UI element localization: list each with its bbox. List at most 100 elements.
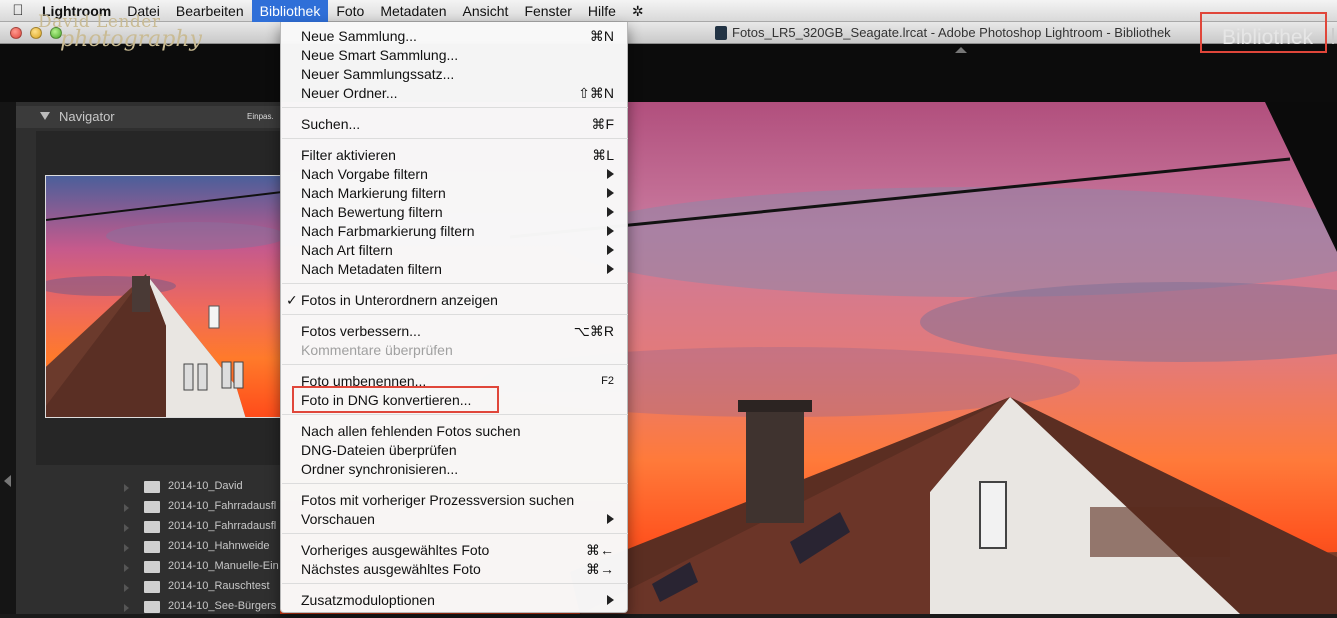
disclosure-triangle-icon[interactable] [124,544,129,552]
menu-item[interactable]: Vorheriges ausgewähltes Foto ⌘← [281,540,627,559]
disclosure-triangle-icon[interactable] [124,564,129,572]
navigator-header[interactable] [16,106,280,128]
menu-bibliothek[interactable]: Bibliothek [251,0,329,22]
menu-item[interactable]: Nach allen fehlenden Fotos suchen [281,421,627,440]
menu-item: Kommentare überprüfen [281,340,627,359]
folder-list: 2014-10_David 2014-10_Fahrradausfl 2014-10… [36,478,280,618]
menu-item-label: Nach Metadaten filtern [301,261,442,277]
disclosure-triangle-icon[interactable] [124,504,129,512]
menu-metadaten[interactable]: Metadaten [372,0,454,22]
menu-fenster[interactable]: Fenster [516,0,579,22]
folder-icon [144,541,160,553]
menu-item[interactable]: DNG-Dateien überprüfen [281,440,627,459]
menu-item-shortcut: ⌘F [591,116,614,132]
menu-item-label: Fotos verbessern... [301,323,421,339]
module-divider [1332,28,1334,44]
menu-item[interactable]: Nach Farbmarkierung filtern [281,221,627,240]
folder-label: 2014-10_Fahrradausfl [168,500,277,512]
folder-icon [144,501,160,513]
menu-item[interactable]: Nach Vorgabe filtern [281,164,627,183]
submenu-arrow-icon [607,245,614,255]
menu-item-label: Neuer Ordner... [301,85,398,101]
close-button[interactable] [10,27,22,39]
submenu-arrow-icon [607,207,614,217]
menu-separator [282,483,628,484]
disclosure-triangle-icon[interactable] [124,484,129,492]
menu-hilfe[interactable]: Hilfe [580,0,624,22]
module-bibliothek[interactable]: Bibliothek [1222,26,1313,50]
folder-row[interactable]: 2014-10_Rauschtest [36,578,280,598]
menu-foto[interactable]: Foto [328,0,372,22]
menu-item-label: Neuer Sammlungssatz... [301,66,455,82]
submenu-arrow-icon [607,264,614,274]
submenu-arrow-icon [607,169,614,179]
menu-item[interactable]: Nach Markierung filtern [281,183,627,202]
menu-item[interactable]: Suchen... ⌘F [281,114,627,133]
menu-item-label: Fotos mit vorheriger Prozessversion such… [301,492,575,508]
disclosure-triangle-icon[interactable] [124,584,129,592]
folder-label: 2014-10_Hahnweide [168,540,270,552]
menu-item-shortcut: ⌘→ [586,561,614,577]
submenu-arrow-icon [607,188,614,198]
identity-plate-subtitle: photography [60,27,202,52]
menu-item-label: Ordner synchronisieren... [301,461,459,477]
menu-item-label: Filter aktivieren [301,147,396,163]
script-icon[interactable]: ✲ [624,0,652,22]
folder-row[interactable]: 2014-10_See-Bürgers [36,598,280,618]
menu-item[interactable]: Zusatzmoduloptionen [281,590,627,609]
disclosure-triangle-icon[interactable] [124,604,129,612]
disclosure-triangle-icon[interactable] [40,112,50,120]
folder-row[interactable]: 2014-10_Hahnweide [36,538,280,558]
menu-bearbeiten[interactable]: Bearbeiten [168,0,252,22]
menu-item[interactable]: Nach Art filtern [281,240,627,259]
apple-icon[interactable]:  [0,2,36,19]
left-panel-toggle-icon[interactable] [4,475,11,487]
disclosure-triangle-icon[interactable] [124,524,129,532]
menu-item[interactable]: Vorschauen [281,509,627,528]
menu-item[interactable]: Neuer Sammlungssatz... [281,64,627,83]
menu-item[interactable]: Neuer Ordner... ⇧⌘N [281,83,627,102]
bibliothek-menu: Neue Sammlung... ⌘N Neue Smart Sammlung...… [280,22,628,613]
folder-icon [144,481,160,493]
menu-item-shortcut: ⌘N [589,28,614,44]
navigator-fit-option[interactable]: Einpas. [247,112,274,121]
dng-highlight-box [292,386,499,413]
menu-separator [282,107,628,108]
menu-item-label: Nach Vorgabe filtern [301,166,428,182]
menu-item[interactable]: Nach Bewertung filtern [281,202,627,221]
menu-item[interactable]: Nächstes ausgewähltes Foto ⌘→ [281,559,627,578]
navigator-preview[interactable] [45,175,281,418]
navigator-preview-image [46,176,280,417]
menu-item[interactable]: Fotos mit vorheriger Prozessversion such… [281,490,627,509]
submenu-arrow-icon [607,595,614,605]
menu-item[interactable]: Neue Sammlung... ⌘N [281,26,627,45]
menu-item-label: Kommentare überprüfen [301,342,453,358]
folder-label: 2014-10_Manuelle-Ein [168,560,279,572]
menu-separator [282,138,628,139]
folder-row[interactable]: 2014-10_Fahrradausfl [36,518,280,538]
folder-label: 2014-10_Rauschtest [168,580,270,592]
menu-ansicht[interactable]: Ansicht [455,0,517,22]
top-panel-toggle-icon[interactable] [955,47,967,53]
lrcat-document-icon [715,26,727,40]
menu-item-label: Neue Sammlung... [301,28,417,44]
menu-item-label: Suchen... [301,116,361,132]
folder-row[interactable]: 2014-10_David [36,478,280,498]
folder-row[interactable]: 2014-10_Manuelle-Ein [36,558,280,578]
submenu-arrow-icon [607,514,614,524]
folder-label: 2014-10_Fahrradausfl [168,520,277,532]
menu-item[interactable]: Filter aktivieren ⌘L [281,145,627,164]
menu-item-shortcut: ⇧⌘N [578,85,614,101]
system-menubar:  Lightroom Datei Bearbeiten Bibliothek … [0,0,1337,22]
menu-item[interactable]: Ordner synchronisieren... [281,459,627,478]
menu-item[interactable]: Neue Smart Sammlung... [281,45,627,64]
folder-row[interactable]: 2014-10_Fahrradausfl [36,498,280,518]
folder-icon [144,601,160,613]
menu-item[interactable]: Nach Metadaten filtern [281,259,627,278]
menu-item[interactable]: Fotos verbessern... ⌥⌘R [281,321,627,340]
menu-item-shortcut: ⌘L [592,147,614,163]
menu-item-label: DNG-Dateien überprüfen [301,442,457,458]
menu-item-label: Nach allen fehlenden Fotos suchen [301,423,521,439]
menu-item[interactable]: ✓ Fotos in Unterordnern anzeigen [281,290,627,309]
menu-item-label: Vorschauen [301,511,375,527]
